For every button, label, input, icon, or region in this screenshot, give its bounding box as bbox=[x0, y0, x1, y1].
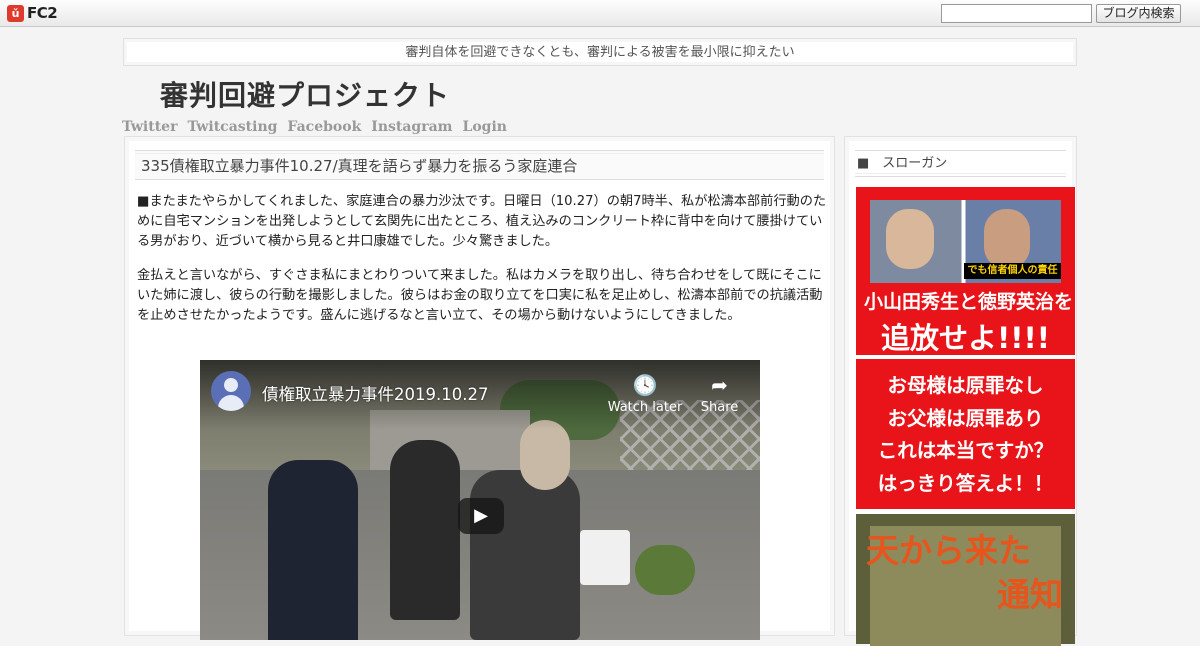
sidebar-banner-original-sin[interactable]: お母様は原罪なし お父様は原罪あり これは本当ですか？ はっきり答えよ！！ bbox=[856, 359, 1075, 509]
banner-names: 小山田秀生と徳野英治を bbox=[864, 291, 1074, 313]
fc2-logo-icon: ǔ bbox=[7, 4, 24, 22]
fc2-header-bar: ǔ FC2 ブログ内検索 bbox=[0, 0, 1200, 27]
nav-link-facebook[interactable]: Facebook bbox=[287, 119, 361, 135]
video-title[interactable]: 債権取立暴力事件2019.10.27 bbox=[262, 381, 488, 405]
banner-photo-face bbox=[886, 209, 934, 269]
fc2-logo-text: FC2 bbox=[27, 4, 58, 22]
sidebar: ■ スローガン でも信者個人の責任 小山田秀生と徳野英治を 追放せよ!!!! お… bbox=[844, 136, 1077, 646]
banner-photo-face bbox=[984, 209, 1030, 269]
banner-line: これは本当ですか？ bbox=[877, 439, 1054, 462]
blog-tagline: 審判自体を回避できなくとも、審判による被害を最小限に抑えたい bbox=[123, 38, 1077, 66]
blog-search-button[interactable]: ブログ内検索 bbox=[1096, 4, 1181, 23]
channel-avatar-icon[interactable] bbox=[211, 371, 251, 411]
banner-line: お母様は原罪なし bbox=[887, 374, 1044, 397]
banner-line: お父様は原罪あり bbox=[887, 406, 1044, 430]
banner-photo-caption: でも信者個人の責任 bbox=[964, 263, 1061, 279]
top-nav: Twitter Twitcasting Facebook Instagram L… bbox=[122, 119, 507, 135]
share-icon: ➦ bbox=[711, 373, 728, 397]
nav-link-twitter[interactable]: Twitter bbox=[122, 119, 177, 135]
video-thumbnail-person bbox=[390, 440, 460, 620]
banner-line: はっきり答えよ！！ bbox=[877, 471, 1054, 495]
main-content: 335債権取立暴力事件10.27/真理を語らず暴力を振るう家庭連合 ■またまたや… bbox=[124, 136, 835, 640]
video-thumbnail-person bbox=[470, 470, 580, 640]
watch-later-button[interactable]: 🕓 Watch later bbox=[605, 373, 685, 415]
watch-later-label: Watch later bbox=[607, 400, 683, 415]
post-paragraph-2: 金払えと言いながら、すぐさま私にまとわりついて来ました。私はカメラを取り出し、待… bbox=[137, 268, 823, 323]
nav-link-twitcasting[interactable]: Twitcasting bbox=[187, 119, 277, 135]
blog-search-input[interactable] bbox=[941, 4, 1092, 23]
nav-link-instagram[interactable]: Instagram bbox=[371, 119, 452, 135]
fc2-logo[interactable]: ǔ FC2 bbox=[7, 4, 58, 22]
play-button[interactable]: ▶ bbox=[458, 498, 504, 534]
sidebar-heading-slogan: ■ スローガン bbox=[855, 150, 1066, 177]
post-paragraph-1: ■またまたやらかしてくれました、家庭連合の暴力沙汰です。日曜日（10.27）の朝… bbox=[137, 194, 827, 249]
clock-icon: 🕓 bbox=[632, 373, 658, 397]
embedded-video[interactable]: 債権取立暴力事件2019.10.27 🕓 Watch later ➦ Share… bbox=[200, 360, 760, 640]
sidebar-banner-book[interactable]: 天から来た 通知 bbox=[856, 514, 1075, 646]
video-thumbnail-person bbox=[520, 420, 570, 490]
video-thumbnail-plant bbox=[635, 545, 695, 595]
sidebar-banner-expel[interactable]: でも信者個人の責任 小山田秀生と徳野英治を 追放せよ!!!! bbox=[856, 187, 1075, 355]
video-thumbnail-bag bbox=[580, 530, 630, 585]
play-icon: ▶ bbox=[474, 505, 488, 526]
share-label: Share bbox=[700, 400, 739, 415]
share-button[interactable]: ➦ Share bbox=[692, 373, 747, 415]
post-title[interactable]: 335債権取立暴力事件10.27/真理を語らず暴力を振るう家庭連合 bbox=[135, 150, 824, 180]
book-title-line-2: 通知 bbox=[997, 575, 1063, 614]
nav-link-login[interactable]: Login bbox=[462, 119, 506, 135]
banner-slogan: 追放せよ!!!! bbox=[881, 321, 1050, 355]
site-title[interactable]: 審判回避プロジェクト bbox=[160, 74, 450, 114]
video-thumbnail-person bbox=[268, 460, 358, 640]
book-title-line-1: 天から来た bbox=[866, 531, 1031, 570]
